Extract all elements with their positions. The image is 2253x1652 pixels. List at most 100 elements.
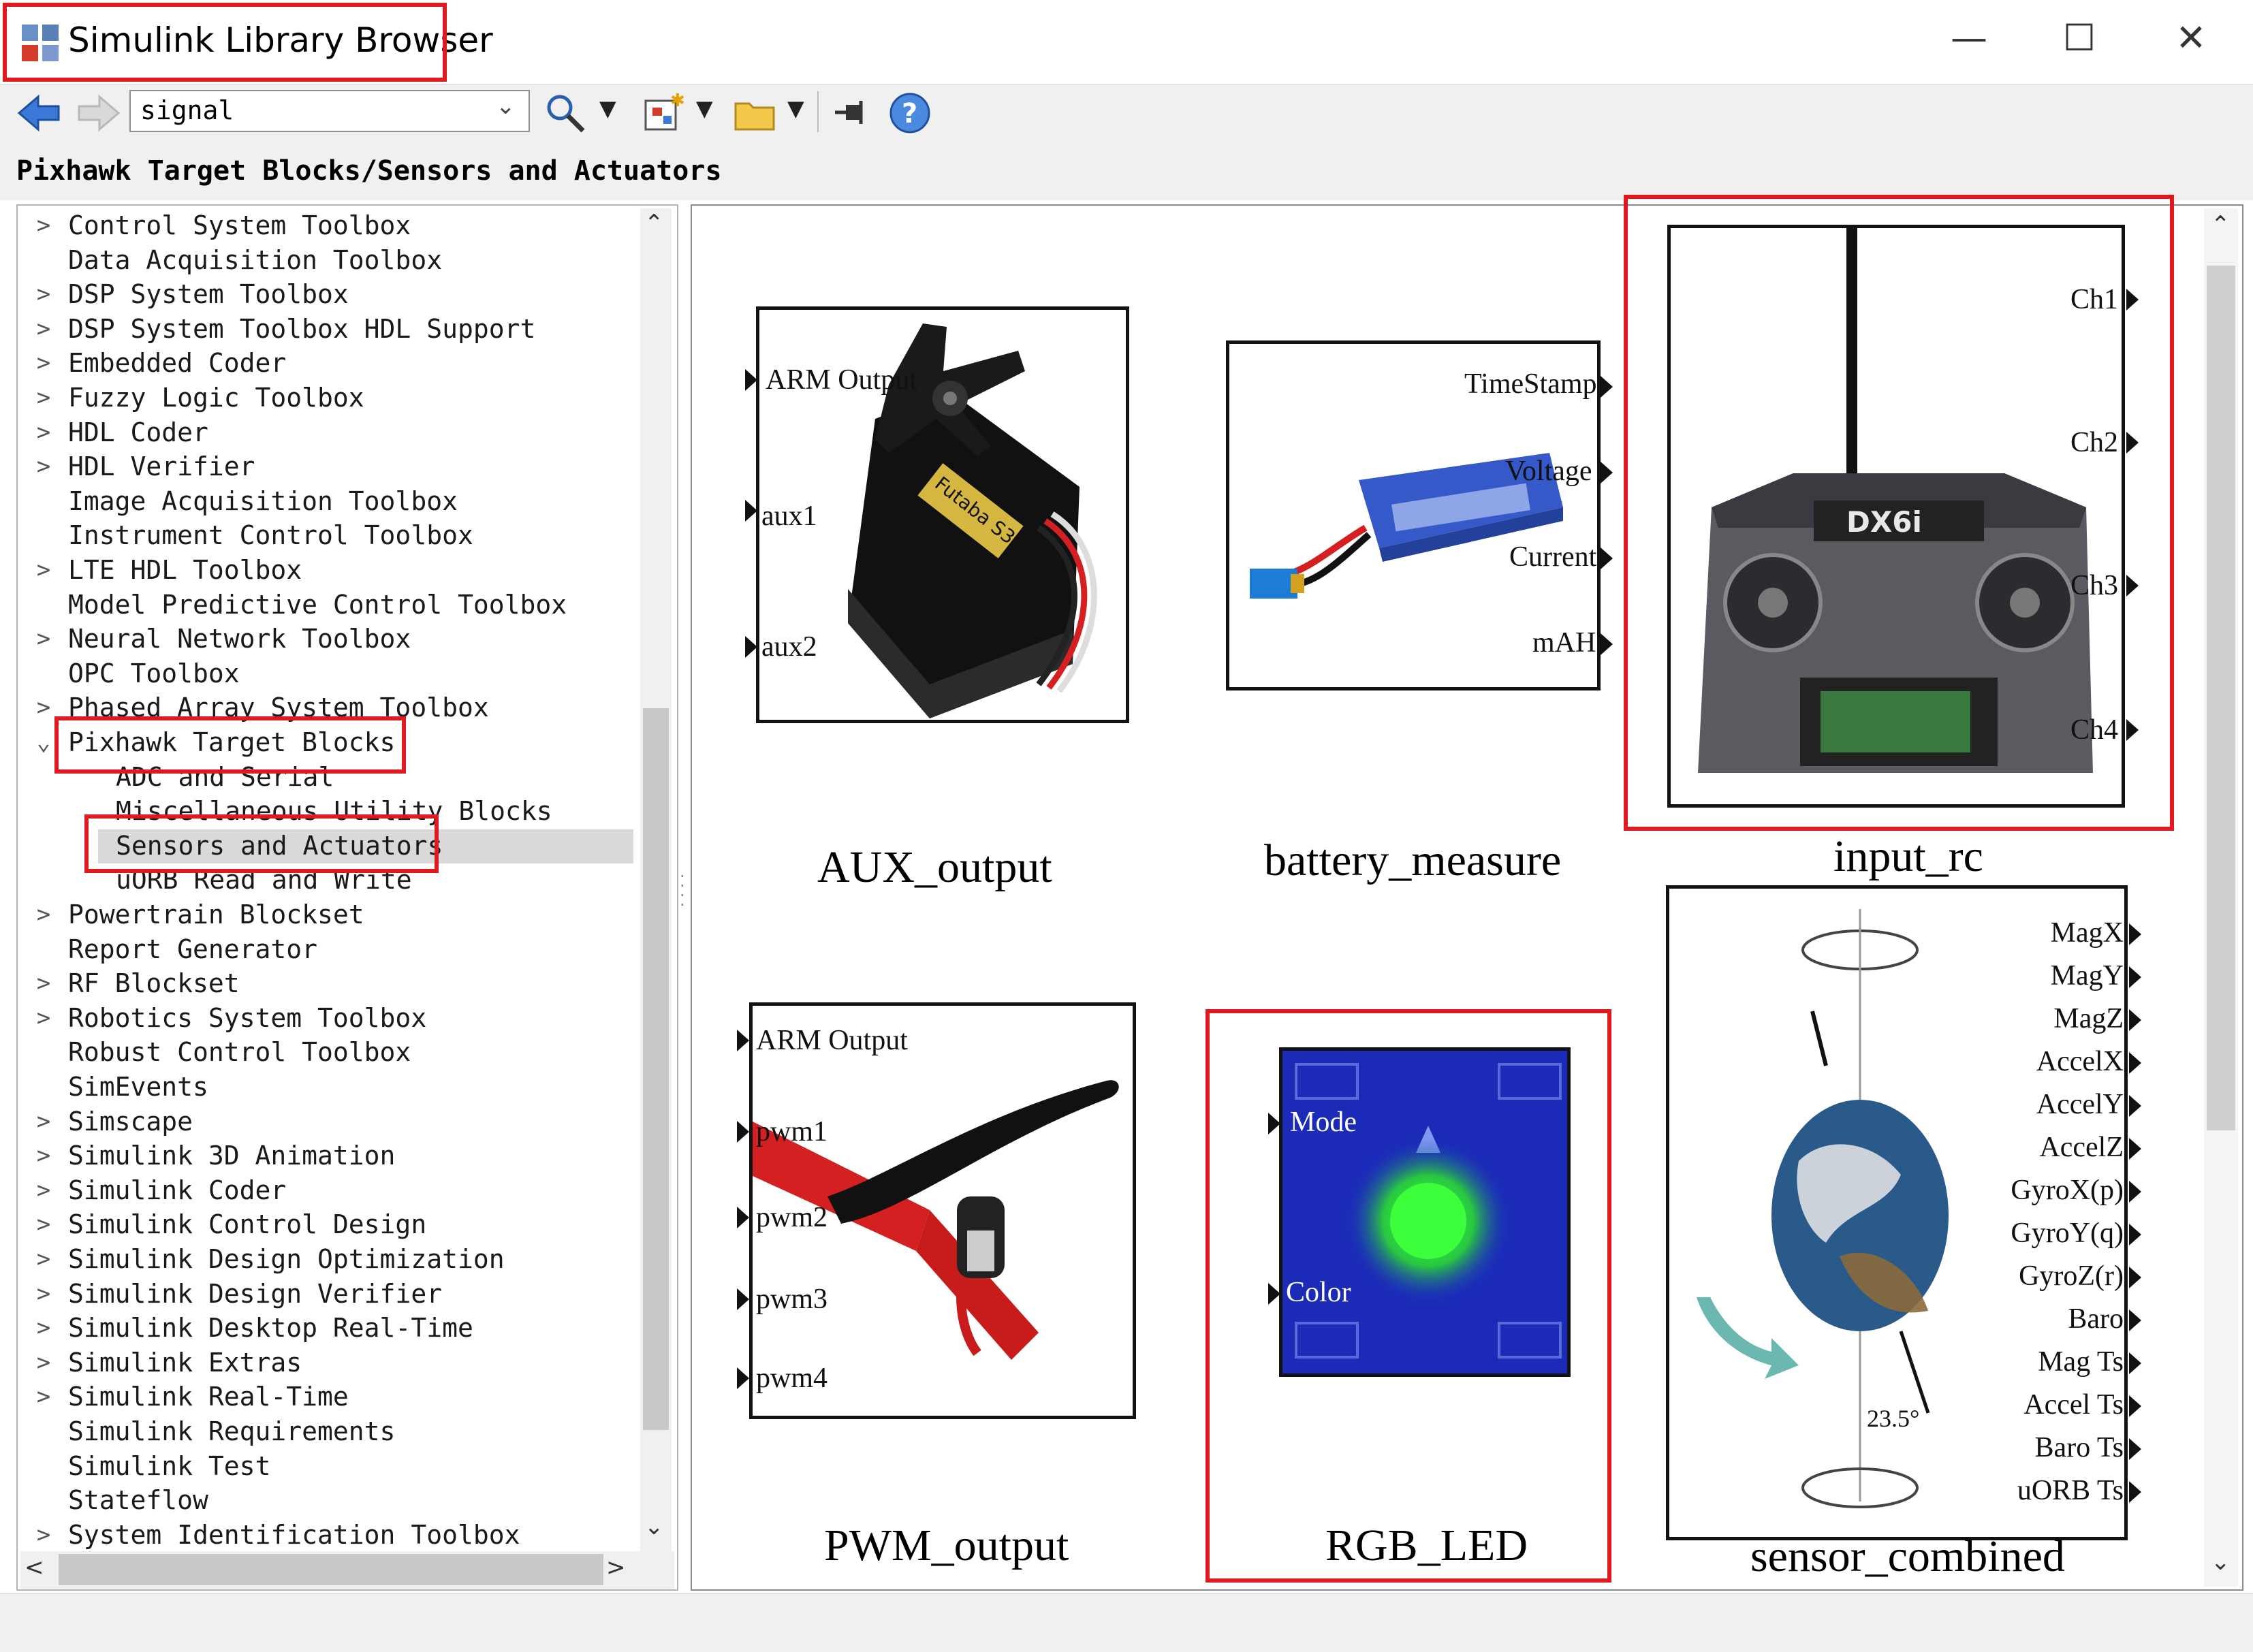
tree-item[interactable]: > HDL Coder bbox=[20, 415, 633, 449]
help-icon[interactable]: ? bbox=[888, 91, 932, 135]
tree-item[interactable]: > System Identification Toolbox bbox=[20, 1518, 633, 1552]
tree-item[interactable]: Simulink Requirements bbox=[20, 1414, 633, 1448]
chevron-right-icon[interactable]: > bbox=[30, 415, 57, 449]
tree-item[interactable]: Data Acquisition Toolbox bbox=[20, 243, 633, 277]
sensor-port-label: AccelZ bbox=[2039, 1132, 2124, 1163]
maximize-button[interactable]: ☐ bbox=[2049, 16, 2110, 59]
chevron-right-icon[interactable]: > bbox=[30, 1139, 57, 1173]
tree-item[interactable]: SimEvents bbox=[20, 1070, 633, 1104]
new-model-caret-icon[interactable]: ▼ bbox=[696, 95, 713, 121]
tree-item[interactable]: > LTE HDL Toolbox bbox=[20, 553, 633, 587]
tree-item[interactable]: Sensors and Actuators bbox=[20, 829, 633, 863]
tree-item-label: Simulink 3D Animation bbox=[68, 1141, 396, 1171]
tree-item[interactable]: > Powertrain Blockset bbox=[20, 898, 633, 932]
tree-item[interactable]: ⌄ Pixhawk Target Blocks bbox=[20, 725, 633, 759]
tree-item[interactable]: Robust Control Toolbox bbox=[20, 1035, 633, 1069]
tree-item[interactable]: > Simulink Real-Time bbox=[20, 1380, 633, 1414]
chevron-right-icon[interactable]: > bbox=[30, 312, 57, 346]
tree-scroll-right-icon[interactable]: > bbox=[606, 1554, 626, 1581]
tree-scroll-up-icon[interactable]: ⌃ bbox=[644, 210, 664, 237]
block-scroll-down-icon[interactable]: ⌄ bbox=[2211, 1548, 2231, 1576]
block-scroll-up-icon[interactable]: ⌃ bbox=[2211, 211, 2231, 238]
chevron-right-icon[interactable]: > bbox=[30, 1001, 57, 1035]
chevron-right-icon[interactable]: > bbox=[30, 622, 57, 656]
tree-item[interactable]: > Embedded Coder bbox=[20, 346, 633, 380]
search-dropdown-chevron-icon[interactable]: ⌄ bbox=[496, 93, 516, 120]
tree-item[interactable]: > Simulink Design Verifier bbox=[20, 1277, 633, 1311]
tree-item-label: Robotics System Toolbox bbox=[68, 1002, 427, 1033]
chevron-right-icon[interactable]: > bbox=[30, 966, 57, 1000]
rgb-led-block[interactable] bbox=[1279, 1047, 1571, 1377]
tree-item[interactable]: > Simulink Extras bbox=[20, 1346, 633, 1380]
search-input[interactable]: signal bbox=[129, 90, 530, 132]
search-magnifier-icon[interactable] bbox=[542, 91, 590, 135]
tree-item[interactable]: > Simulink Design Optimization bbox=[20, 1242, 633, 1276]
chevron-right-icon[interactable]: > bbox=[30, 553, 57, 587]
tree-scroll-left-icon[interactable]: < bbox=[25, 1554, 44, 1581]
chevron-right-icon[interactable]: > bbox=[30, 1277, 57, 1311]
tree-item[interactable]: Instrument Control Toolbox bbox=[20, 518, 633, 552]
tree-item[interactable]: > Neural Network Toolbox bbox=[20, 622, 633, 656]
tree-item[interactable]: > Simulink Coder bbox=[20, 1173, 633, 1207]
pwm-port-arrow bbox=[737, 1367, 749, 1389]
sensor-combined-block-name: sensor_combined bbox=[1750, 1531, 2065, 1581]
tree-item[interactable]: > Simulink Control Design bbox=[20, 1207, 633, 1241]
tree-item[interactable]: Stateflow bbox=[20, 1483, 633, 1517]
tree-scroll-down-icon[interactable]: ⌄ bbox=[644, 1513, 664, 1540]
splitter-handle[interactable]: · · · · bbox=[680, 868, 688, 926]
tree-item[interactable]: > HDL Verifier bbox=[20, 449, 633, 483]
chevron-right-icon[interactable]: > bbox=[30, 1105, 57, 1139]
tree-item[interactable]: Model Predictive Control Toolbox bbox=[20, 588, 633, 622]
chevron-right-icon[interactable]: > bbox=[30, 898, 57, 932]
back-arrow-icon[interactable] bbox=[15, 91, 63, 135]
chevron-right-icon[interactable]: > bbox=[30, 1242, 57, 1276]
tree-item[interactable]: Miscellaneous Utility Blocks bbox=[20, 794, 633, 828]
sensor-port-arrow bbox=[2129, 966, 2141, 988]
chevron-right-icon[interactable]: > bbox=[30, 1207, 57, 1241]
chevron-right-icon[interactable]: > bbox=[30, 1380, 57, 1414]
chevron-right-icon[interactable]: > bbox=[30, 1518, 57, 1552]
tree-item[interactable]: > Simulink 3D Animation bbox=[20, 1139, 633, 1173]
tree-item-label: Simulink Control Design bbox=[68, 1209, 427, 1240]
tree-item[interactable]: > DSP System Toolbox HDL Support bbox=[20, 312, 633, 346]
input-rc-block[interactable]: DX6i bbox=[1667, 225, 2125, 808]
tree-horizontal-scroll-thumb[interactable] bbox=[59, 1554, 603, 1585]
tree-item[interactable]: uORB Read and Write bbox=[20, 863, 633, 897]
open-folder-caret-icon[interactable]: ▼ bbox=[787, 95, 804, 121]
new-model-icon[interactable]: ✱ bbox=[640, 91, 688, 135]
block-vertical-scroll-thumb[interactable] bbox=[2207, 266, 2235, 1130]
chevron-right-icon[interactable]: > bbox=[30, 449, 57, 483]
sensor-port-arrow bbox=[2129, 1267, 2141, 1288]
tree-item-label: Simulink Design Verifier bbox=[68, 1278, 443, 1309]
tree-vertical-scroll-thumb[interactable] bbox=[643, 708, 669, 1430]
chevron-right-icon[interactable]: > bbox=[30, 208, 57, 242]
tree-item[interactable]: > Robotics System Toolbox bbox=[20, 1001, 633, 1035]
tree-item[interactable]: > RF Blockset bbox=[20, 966, 633, 1000]
tree-item[interactable]: Image Acquisition Toolbox bbox=[20, 484, 633, 518]
chevron-right-icon[interactable]: > bbox=[30, 346, 57, 380]
tree-item[interactable]: > Simulink Desktop Real-Time bbox=[20, 1311, 633, 1345]
tree-item[interactable]: > Phased Array System Toolbox bbox=[20, 690, 633, 725]
chevron-right-icon[interactable]: > bbox=[30, 690, 57, 725]
tree-item[interactable]: Report Generator bbox=[20, 932, 633, 966]
chevron-right-icon[interactable]: > bbox=[30, 381, 57, 415]
rgb-led-block-name: RGB_LED bbox=[1325, 1521, 1528, 1570]
close-button[interactable]: ✕ bbox=[2160, 16, 2222, 59]
search-options-caret-icon[interactable]: ▼ bbox=[599, 95, 616, 121]
minimize-button[interactable]: — bbox=[1938, 16, 2000, 59]
chevron-right-icon[interactable]: > bbox=[30, 1346, 57, 1380]
tree-item[interactable]: OPC Toolbox bbox=[20, 656, 633, 690]
tree-item[interactable]: > Simscape bbox=[20, 1105, 633, 1139]
tree-item[interactable]: > DSP System Toolbox bbox=[20, 277, 633, 311]
chevron-right-icon[interactable]: > bbox=[30, 277, 57, 311]
forward-arrow-icon[interactable] bbox=[75, 91, 123, 135]
pin-icon[interactable] bbox=[831, 91, 872, 135]
chevron-right-icon[interactable]: > bbox=[30, 1173, 57, 1207]
tree-item[interactable]: > Control System Toolbox bbox=[20, 208, 633, 242]
chevron-down-icon[interactable]: ⌄ bbox=[30, 725, 57, 759]
tree-item[interactable]: > Fuzzy Logic Toolbox bbox=[20, 381, 633, 415]
open-folder-icon[interactable] bbox=[731, 91, 779, 135]
chevron-right-icon[interactable]: > bbox=[30, 1311, 57, 1345]
tree-item[interactable]: ADC and Serial bbox=[20, 760, 633, 794]
tree-item[interactable]: Simulink Test bbox=[20, 1449, 633, 1483]
